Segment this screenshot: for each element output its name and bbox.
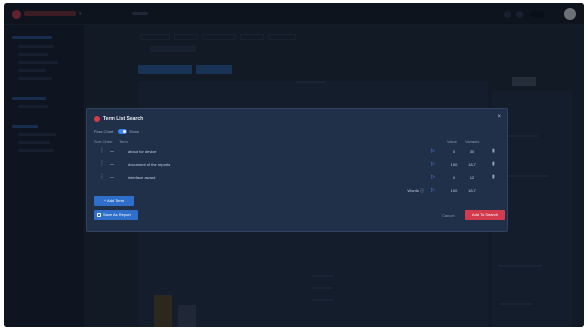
term-variants: 12 [469,175,475,180]
summary-row: Words ⓘ ▷ 100 18.7 [94,185,502,196]
term-list-search-dialog: Term List Search × Flow Chart Show Sort … [86,108,508,232]
term-text[interactable]: interface award [128,175,155,180]
drag-handle-icon[interactable]: ⋮ [99,161,105,167]
trash-icon[interactable]: ▮ [492,161,495,167]
play-icon[interactable]: ▷ [431,148,435,154]
add-to-search-button[interactable]: Add To Search [465,210,505,220]
save-as-report-label: Save As Report [103,212,131,217]
play-icon[interactable]: ▷ [431,187,435,193]
term-row: ⋮ document of the reports ▷ 100 18.7 ▮ [94,159,502,170]
save-as-report-button[interactable]: Save As Report [94,210,138,220]
term-volume: 100 [450,162,458,167]
close-icon[interactable]: × [497,114,501,120]
term-variants: 30 [469,149,475,154]
drag-handle-icon[interactable]: ⋮ [99,174,105,180]
words-summary-label: Words ⓘ [407,188,424,193]
dialog-title: Term List Search [103,116,144,122]
column-header-variants: Variants [465,139,480,144]
app-window: ▾ [4,3,584,327]
show-toggle-label: Show [129,129,140,134]
term-row: ⋮ about for device ▷ 0 30 ▮ [94,146,502,157]
term-text[interactable]: about for device [128,149,156,154]
term-variants: 18.7 [468,162,476,167]
term-volume: 0 [452,175,456,180]
term-text[interactable]: document of the reports [128,162,170,167]
column-header-sort-order: Sort Order [94,139,113,144]
flow-chart-label: Flow Chart [94,129,114,134]
column-header-value: Value [447,139,457,144]
term-volume: 0 [452,149,456,154]
drag-handle-icon[interactable]: ⋮ [99,148,105,154]
row-divider [110,177,114,178]
row-divider [110,164,114,165]
term-row: ⋮ interface award ▷ 0 12 ▮ [94,172,502,183]
summary-variants: 18.7 [468,188,476,193]
row-divider [110,151,114,152]
play-icon[interactable]: ▷ [431,161,435,167]
column-header-term: Term [119,139,128,144]
share-icon [97,213,101,217]
summary-volume: 100 [450,188,458,193]
trash-icon[interactable]: ▮ [492,174,495,180]
app-logo-icon [94,116,100,122]
show-toggle[interactable] [118,129,127,134]
cancel-button[interactable]: Cancel [442,213,454,218]
trash-icon[interactable]: ▮ [492,148,495,154]
add-term-button[interactable]: + Add Term [94,196,134,206]
play-icon[interactable]: ▷ [431,174,435,180]
